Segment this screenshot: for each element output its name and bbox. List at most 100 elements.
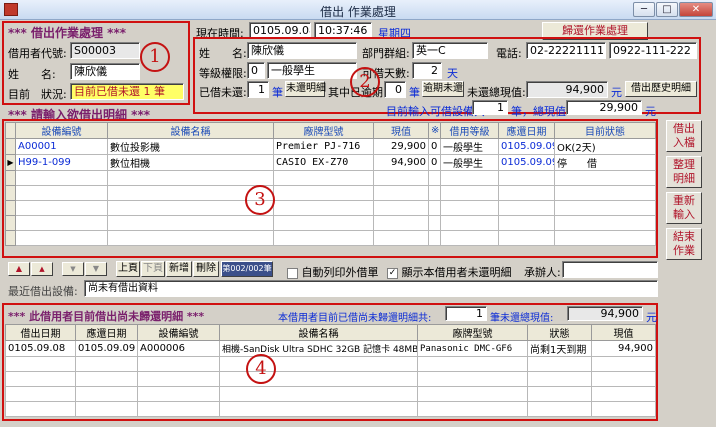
maximize-button[interactable]: □ <box>656 2 678 17</box>
empty-row[interactable] <box>5 200 656 216</box>
row-indicator[interactable] <box>5 185 16 201</box>
empty-row[interactable] <box>5 185 656 201</box>
row-indicator[interactable] <box>5 230 16 246</box>
first-record-icon[interactable]: ▲ <box>8 262 30 276</box>
unreturned-summary-label: 本借用者目前已借尚未歸還明細共: <box>278 313 432 324</box>
end-job-label-2: 作業 <box>673 244 695 257</box>
auto-print-checkbox[interactable]: 自動列印外借單 <box>287 264 379 280</box>
col-header[interactable]: 目前狀態 <box>554 122 656 139</box>
overdue-button[interactable]: 逾期未還 <box>422 81 464 97</box>
col-header[interactable]: 設備編號 <box>137 324 220 341</box>
empty-row[interactable] <box>5 356 656 372</box>
borrower-id-input[interactable]: S00003 <box>70 42 140 59</box>
empty-row[interactable] <box>5 215 656 231</box>
end-job-button[interactable]: 結束 作業 <box>666 228 702 260</box>
cell-level[interactable]: 一般學生 <box>440 138 499 155</box>
cell-model[interactable]: Premier PJ-716 <box>273 138 374 155</box>
cell-name[interactable]: 數位投影機 <box>107 138 274 155</box>
empty-row[interactable] <box>5 371 656 387</box>
minimize-button[interactable]: ─ <box>633 2 655 17</box>
col-header[interactable]: 現值 <box>373 122 429 139</box>
re-enter-label-2: 輸入 <box>673 208 695 221</box>
row-indicator[interactable]: ▶ <box>5 154 16 171</box>
organize-detail-label-1: 整理 <box>673 158 695 171</box>
next-record-icon[interactable]: ▼ <box>62 262 84 276</box>
cell-name[interactable]: 相機-SanDisk Ultra SDHC 32GB 記憶卡 48MB <box>219 340 418 357</box>
annotation-2: 2 <box>350 67 380 97</box>
info-phone1-field: 02-22221111 <box>526 42 606 59</box>
row-indicator[interactable] <box>5 170 16 186</box>
save-borrow-button[interactable]: 借出 入檔 <box>666 120 702 152</box>
info-borrowed-unit: 筆 <box>272 86 283 99</box>
info-borrowed-label: 已借未還: <box>199 86 247 99</box>
prev-record-icon[interactable]: ▲ <box>31 262 53 276</box>
col-header[interactable]: 應還日期 <box>498 122 555 139</box>
cell-borrow-date[interactable]: 0105.09.08 <box>5 340 76 357</box>
cell-status[interactable]: 停 借 <box>554 154 656 171</box>
cell-flag[interactable]: 0 <box>428 154 441 171</box>
info-days-field: 2 <box>412 62 442 79</box>
unreturned-detail-button[interactable]: 未還明細 <box>285 81 326 97</box>
re-enter-label-1: 重新 <box>673 194 695 207</box>
re-enter-button[interactable]: 重新 輸入 <box>666 192 702 224</box>
borrow-history-button[interactable]: 借出歷史明細 <box>625 81 697 97</box>
delete-button[interactable]: 刪除 <box>193 261 219 277</box>
cell-value[interactable]: 94,900 <box>591 340 656 357</box>
cell-due[interactable]: 0105.09.09 <box>498 154 555 171</box>
cell-id[interactable]: A00001 <box>15 138 108 155</box>
cell-name[interactable]: 數位相機 <box>107 154 274 171</box>
organize-detail-button[interactable]: 整理 明細 <box>666 156 702 188</box>
page-up-button[interactable]: 上頁 <box>116 261 140 277</box>
col-header[interactable]: 設備名稱 <box>107 122 274 139</box>
col-header[interactable]: ※ <box>428 122 441 139</box>
col-header[interactable]: 借用等級 <box>440 122 499 139</box>
page-down-button[interactable]: 下頁 <box>141 261 165 277</box>
col-header[interactable]: 設備名稱 <box>219 324 418 341</box>
table-row[interactable]: ▶ H99-1-099 數位相機 CASIO EX-Z70 94,900 0 一… <box>5 154 656 171</box>
add-button[interactable]: 新增 <box>166 261 192 277</box>
cell-model[interactable]: Panasonic DMC-GF6 <box>417 340 528 357</box>
cell-due-date[interactable]: 0105.09.09 <box>75 340 138 357</box>
title-bar: 借出 作業處理 ─ □ ✕ <box>0 0 716 20</box>
cell-level[interactable]: 一般學生 <box>440 154 499 171</box>
row-indicator[interactable] <box>5 200 16 216</box>
empty-row[interactable] <box>5 230 656 246</box>
show-unreturned-checkbox[interactable]: ✓ 顯示本借用者未還明細 <box>387 264 512 280</box>
last-record-icon[interactable]: ▼ <box>85 262 107 276</box>
info-unreturned-currency: 元 <box>611 86 622 99</box>
cell-value[interactable]: 94,900 <box>373 154 429 171</box>
close-button[interactable]: ✕ <box>679 2 713 17</box>
cell-id[interactable]: H99-1-099 <box>15 154 108 171</box>
cell-value[interactable]: 29,900 <box>373 138 429 155</box>
info-level-code: 0 <box>247 62 265 79</box>
table-row[interactable]: A00001 數位投影機 Premier PJ-716 29,900 0 一般學… <box>5 138 656 155</box>
col-header[interactable]: 廠牌型號 <box>273 122 374 139</box>
col-header[interactable]: 廠牌型號 <box>417 324 528 341</box>
borrower-id-label: 借用者代號: <box>8 47 67 60</box>
window-title: 借出 作業處理 <box>320 5 396 19</box>
cell-model[interactable]: CASIO EX-Z70 <box>273 154 374 171</box>
record-counter: 第002/002筆 <box>221 261 273 277</box>
col-header[interactable]: 狀態 <box>527 324 592 341</box>
empty-row[interactable] <box>5 401 656 417</box>
info-unreturned-label: 未還總現值: <box>467 86 526 99</box>
col-header[interactable]: 借出日期 <box>5 324 76 341</box>
cell-id[interactable]: A000006 <box>137 340 220 357</box>
cell-status[interactable]: OK(2天) <box>554 138 656 155</box>
empty-row[interactable] <box>5 386 656 402</box>
empty-row[interactable] <box>5 170 656 186</box>
table-row[interactable]: 0105.09.08 0105.09.09 A000006 相機-SanDisk… <box>5 340 656 357</box>
show-unreturned-label: 顯示本借用者未還明細 <box>401 266 512 279</box>
col-header[interactable]: 應還日期 <box>75 324 138 341</box>
show-unreturned-check[interactable]: ✓ <box>387 267 398 279</box>
cell-due[interactable]: 0105.09.09 <box>498 138 555 155</box>
auto-print-check[interactable] <box>287 267 298 279</box>
row-indicator[interactable] <box>5 215 16 231</box>
col-header[interactable]: 設備編號 <box>15 122 108 139</box>
row-indicator[interactable] <box>5 138 16 155</box>
auto-print-label: 自動列印外借單 <box>301 266 379 279</box>
cell-flag[interactable]: 0 <box>428 138 441 155</box>
cell-status[interactable]: 尚剩1天到期 <box>527 340 592 357</box>
col-header[interactable]: 現值 <box>591 324 656 341</box>
handler-input[interactable] <box>562 261 658 278</box>
